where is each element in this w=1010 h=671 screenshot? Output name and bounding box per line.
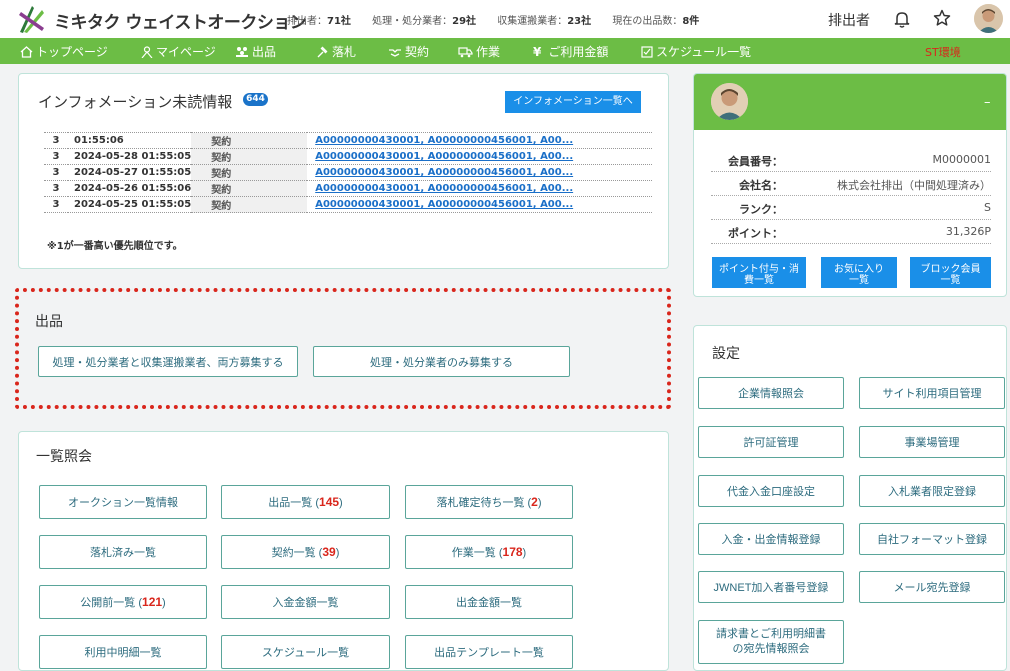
company-name-row: 会社名： 株式会社排出（中間処理済み） <box>711 172 991 196</box>
nav-listing[interactable]: 出品 <box>235 43 276 60</box>
bell-icon[interactable] <box>893 10 911 28</box>
bank-account-button[interactable]: 代金入金口座設定 <box>698 475 844 507</box>
awaiting-award-button[interactable]: 落札確定待ち一覧 (2) <box>405 485 573 519</box>
main-nav: トップページ マイページ 出品 落札 契約 作業 ¥ ご利用金額 スケジュール一… <box>0 38 1010 64</box>
logo-icon[interactable] <box>18 4 46 34</box>
site-stats: 排出者：71社 処理・処分業者：29社 収集運搬業者：23社 現在の出品数：8件 <box>287 12 717 27</box>
profile-avatar <box>711 83 748 120</box>
favorites-button[interactable]: お気に入り 一覧 <box>821 257 897 288</box>
jwnet-number-button[interactable]: JWNET加入者番号登録 <box>698 571 844 603</box>
info-link[interactable]: A00000000430001, A00000000456001, A00... <box>307 164 652 181</box>
env-label: ST環境 <box>925 46 961 59</box>
profile-header: – <box>694 74 1006 130</box>
listing-title: 出品 <box>35 314 63 330</box>
prepublish-list-button[interactable]: 公開前一覧 (121) <box>39 585 207 619</box>
brand-name[interactable]: ミキタク ウェイストオークション <box>54 8 307 33</box>
nav-contract[interactable]: 契約 <box>388 43 429 60</box>
info-panel: インフォメーション未読情報 644 インフォメーション一覧へ 3 01:55:0… <box>18 73 669 269</box>
awarded-list-button[interactable]: 落札済み一覧 <box>39 535 207 569</box>
deposit-amount-list-button[interactable]: 入金金額一覧 <box>221 585 390 619</box>
points-row: ポイント： 31,326P <box>711 220 991 244</box>
payout-amount-list-button[interactable]: 出金金額一覧 <box>405 585 573 619</box>
site-usage-items-button[interactable]: サイト利用項目管理 <box>859 377 1005 409</box>
listing-list-button[interactable]: 出品一覧 (145) <box>221 485 390 519</box>
table-row: 3 2024-05-28 01:55:05 契約 A00000000430001… <box>44 148 652 165</box>
stat-processors: 処理・処分業者：29社 <box>372 16 477 27</box>
handshake-icon <box>389 48 401 57</box>
nav-bid[interactable]: 落札 <box>316 43 356 60</box>
bidder-restriction-button[interactable]: 入札業者限定登録 <box>859 475 1005 507</box>
unread-badge: 644 <box>243 93 268 106</box>
table-row: 3 2024-05-26 01:55:06 契約 A00000000430001… <box>44 180 652 197</box>
truck-icon <box>458 46 473 57</box>
info-link[interactable]: A00000000430001, A00000000456001, A00... <box>307 132 652 149</box>
work-list-button[interactable]: 作業一覧 (178) <box>405 535 573 569</box>
yen-icon: ¥ <box>533 44 542 59</box>
invoice-destination-button[interactable]: 請求書とご利用明細書 の宛先情報照会 <box>698 620 844 664</box>
priority-note: ※1が一番高い優先順位です。 <box>47 241 183 252</box>
block-members-button[interactable]: ブロック会員 一覧 <box>910 257 991 288</box>
table-row: 3 2024-05-27 01:55:05 契約 A00000000430001… <box>44 164 652 181</box>
schedule-list-button[interactable]: スケジュール一覧 <box>221 635 390 669</box>
info-list-button[interactable]: インフォメーション一覧へ <box>505 91 641 113</box>
permit-management-button[interactable]: 許可証管理 <box>698 426 844 458</box>
auction-list-button[interactable]: オークション一覧情報 <box>39 485 207 519</box>
info-title: インフォメーション未読情報 <box>38 93 233 111</box>
user-role[interactable]: 排出者 <box>828 10 870 30</box>
check-square-icon <box>641 45 653 58</box>
profile-panel: – 会員番号： M0000001 会社名： 株式会社排出（中間処理済み） ランク… <box>693 73 1007 297</box>
custom-format-button[interactable]: 自社フォーマット登録 <box>859 523 1005 555</box>
mail-destination-button[interactable]: メール宛先登録 <box>859 571 1005 603</box>
top-header: ミキタク ウェイストオークション 排出者：71社 処理・処分業者：29社 収集運… <box>0 0 1010 38</box>
profile-dash: – <box>984 95 991 110</box>
nav-schedule[interactable]: スケジュール一覧 <box>641 43 751 60</box>
nav-work[interactable]: 作業 <box>458 43 500 60</box>
info-link[interactable]: A00000000430001, A00000000456001, A00... <box>307 148 652 165</box>
nav-top[interactable]: トップページ <box>20 43 108 60</box>
home-icon <box>20 45 33 58</box>
recruit-both-button[interactable]: 処理・処分業者と収集運搬業者、両方募集する <box>38 346 298 377</box>
recruit-processors-button[interactable]: 処理・処分業者のみ募集する <box>313 346 570 377</box>
member-number-row: 会員番号： M0000001 <box>711 148 991 172</box>
star-icon[interactable] <box>933 9 951 27</box>
avatar[interactable] <box>974 4 1003 33</box>
info-link[interactable]: A00000000430001, A00000000456001, A00... <box>307 196 652 213</box>
settings-title: 設定 <box>712 346 740 362</box>
lookup-title: 一覧照会 <box>36 449 92 465</box>
company-info-button[interactable]: 企業情報照会 <box>698 377 844 409</box>
usage-detail-list-button[interactable]: 利用中明細一覧 <box>39 635 207 669</box>
info-table: 3 01:55:06 契約 A00000000430001, A00000000… <box>44 132 652 213</box>
contract-list-button[interactable]: 契約一覧 (39) <box>221 535 390 569</box>
table-row: 3 2024-05-25 01:55:05 契約 A00000000430001… <box>44 196 652 213</box>
points-history-button[interactable]: ポイント付与・消 費一覧 <box>712 257 806 288</box>
stat-emitters: 排出者：71社 <box>287 16 351 27</box>
people-group-icon <box>236 46 248 57</box>
gavel-icon <box>317 46 328 57</box>
nav-mypage[interactable]: マイページ <box>141 43 216 60</box>
stat-transporters: 収集運搬業者：23社 <box>497 16 592 27</box>
nav-usage-fee[interactable]: ¥ ご利用金額 <box>533 43 608 60</box>
site-management-button[interactable]: 事業場管理 <box>859 426 1005 458</box>
table-row: 3 01:55:06 契約 A00000000430001, A00000000… <box>44 132 652 149</box>
info-link[interactable]: A00000000430001, A00000000456001, A00... <box>307 180 652 197</box>
payment-info-button[interactable]: 入金・出金情報登録 <box>698 523 844 555</box>
listing-template-list-button[interactable]: 出品テンプレート一覧 <box>405 635 573 669</box>
stat-listings: 現在の出品数：8件 <box>612 16 700 27</box>
rank-row: ランク： S <box>711 196 991 220</box>
person-icon <box>141 45 153 58</box>
